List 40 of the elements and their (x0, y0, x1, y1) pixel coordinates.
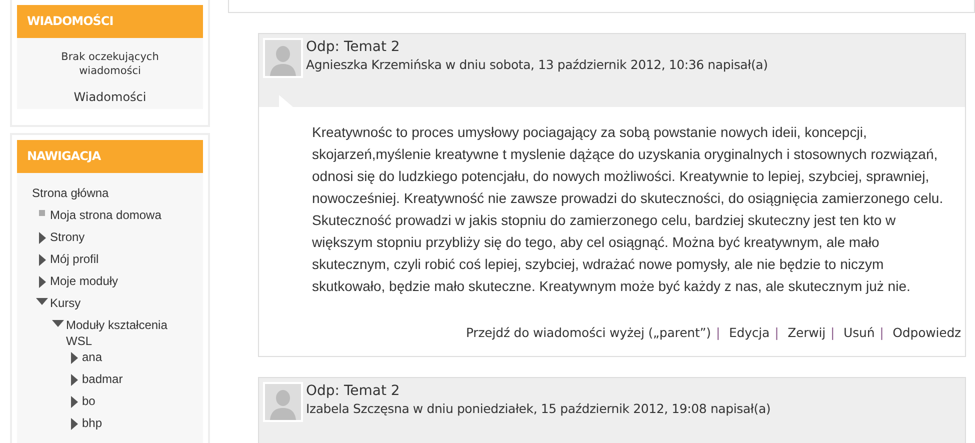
separator: | (830, 325, 835, 340)
post-action-link[interactable]: Usuń (844, 325, 875, 340)
empty-messages-text: Brak oczekujących wiadomości (60, 50, 160, 78)
messages-link[interactable]: Wiadomości (74, 90, 146, 104)
separator: | (716, 325, 720, 340)
post-author-line: Izabela Szczęsna w dniu poniedziałek, 15 październik 2012, 19:08 napisał(a) (306, 401, 771, 416)
triangle-right-icon[interactable] (70, 396, 78, 408)
triangle-down-icon[interactable] (52, 320, 64, 327)
post-subject: Odp: Temat 2 (306, 39, 401, 55)
post-action-link[interactable]: Przejdź do wiadomości wyżej („parent”) (466, 325, 711, 340)
triangle-right-icon[interactable] (70, 418, 78, 430)
separator: | (880, 325, 884, 340)
triangle-right-icon[interactable] (38, 254, 46, 266)
avatar-icon (263, 38, 303, 78)
nav-link[interactable]: Moja strona domowa (50, 207, 162, 223)
nav-link[interactable]: Moje moduły (50, 273, 118, 289)
block-title: NAWIGACJA (17, 140, 203, 173)
triangle-right-icon[interactable] (70, 352, 78, 364)
nav-link[interactable]: ana (82, 349, 102, 365)
nav-link[interactable]: Strony (50, 229, 85, 245)
nav-link[interactable]: Mój profil (50, 251, 99, 267)
separator: | (774, 325, 779, 340)
nav-link[interactable]: Kursy (50, 295, 81, 311)
triangle-right-icon[interactable] (38, 232, 46, 244)
nav-link[interactable]: badmar (82, 371, 123, 387)
post-action-link[interactable]: Zerwij (788, 325, 826, 340)
triangle-down-icon[interactable] (36, 298, 48, 305)
triangle-right-icon[interactable] (70, 374, 78, 386)
square-bullet-icon (39, 210, 45, 216)
nav-link[interactable]: bo (82, 393, 96, 409)
post-text: Kreatywnośc to proces umysłowy pociagający za sobą powstanie nowych ideii, koncepcji, skojarzeń,myślenie kreatywne t myslenie dążące do uzyskania oryginalnych i stosownych rozwiązań, odnosi się do ludzkiego potencjału, do nowych możliwości. Kreatywnie to lepiej, szybciej, sprawniej, nowocześniej. Kreatywność nie zawsze prowadzi do skuteczności, do osiągnięcia zamierzonego celu. Skuteczność prowadzi w jakis stopniu do zamierzonego celu, bardziej skuteczny jest ten kto w większym stopniu przybliży się do tego, aby cel osiągnąć. Można być kreatywnym, ale mało skutecznym, czyli robić coś lepiej, szybciej, wdrażać nowe pomysły, ale nie będzie to niczym skutkowało, będzie mało skuteczne. Kreatywnym może być każdy z nas, ale skutecznym już nie. (312, 123, 944, 296)
nav-link[interactable]: bhp (82, 415, 102, 431)
post-action-link[interactable]: Edycja (728, 325, 770, 340)
nav-link[interactable]: Strona główna (32, 185, 109, 201)
block-title: WIADOMOŚCI (17, 5, 203, 38)
triangle-right-icon[interactable] (38, 276, 46, 288)
post-subject: Odp: Temat 2 (306, 383, 401, 399)
post-action-link[interactable]: Odpowiedz (892, 325, 961, 340)
post-author-line: Agnieszka Krzemińska w dniu sobota, 13 październik 2012, 10:36 napisał(a) (306, 57, 768, 72)
avatar-icon (263, 382, 303, 422)
